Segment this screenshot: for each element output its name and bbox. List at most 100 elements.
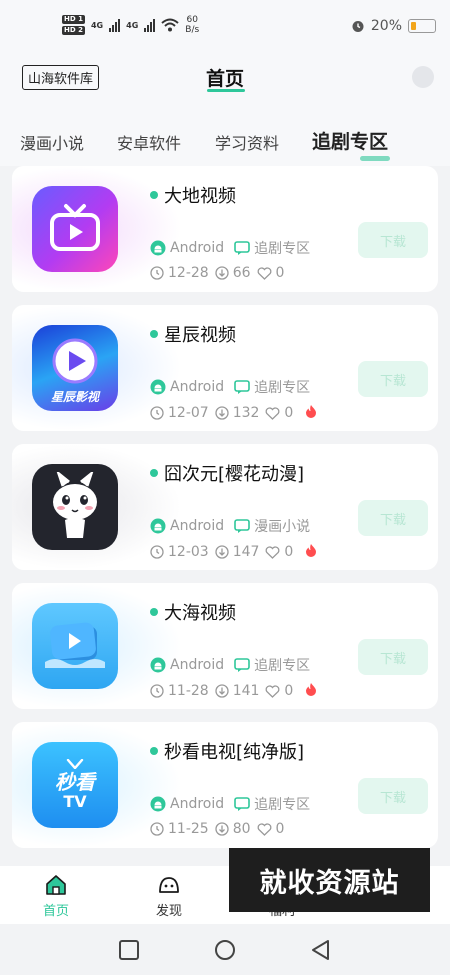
icon-caption-sub: TV bbox=[63, 792, 87, 811]
signal-2-icon bbox=[144, 18, 156, 32]
app-meta-tags: Android 漫画小说 bbox=[150, 516, 310, 536]
app-name-row: 秒看电视[纯净版] bbox=[150, 738, 304, 764]
status-left: HD 1 HD 2 4G 4G 60 B/s bbox=[62, 14, 199, 36]
android-icon bbox=[150, 379, 166, 395]
ocean-video-app-icon bbox=[32, 603, 118, 689]
nav-home[interactable]: 首页 bbox=[21, 874, 91, 919]
download-count: 66 bbox=[232, 265, 251, 281]
comment-icon bbox=[234, 657, 250, 673]
app-card[interactable]: 大海视频 Android 追剧专区 11-28 141 0 下载 bbox=[12, 583, 438, 709]
app-stats: 11-25 80 0 bbox=[150, 821, 284, 837]
hot-icon bbox=[305, 404, 317, 422]
app-name-row: 大地视频 bbox=[150, 182, 236, 208]
page-title: 首页 bbox=[205, 68, 244, 90]
download-button[interactable]: 下载 bbox=[358, 361, 428, 397]
app-card[interactable]: 秒看 TV 秒看电视[纯净版] Android 追剧专区 11-25 80 0 … bbox=[12, 722, 438, 848]
date-label: 11-28 bbox=[168, 683, 209, 699]
tab-drama-zone[interactable]: 追剧专区 bbox=[312, 127, 388, 154]
heart-icon bbox=[265, 684, 280, 698]
clock-icon bbox=[150, 822, 164, 836]
battery-icon bbox=[408, 19, 436, 33]
status-dot bbox=[150, 608, 158, 616]
speed-value: 60 bbox=[186, 15, 198, 25]
app-meta-tags: Android 追剧专区 bbox=[150, 794, 310, 814]
clock-icon bbox=[150, 406, 164, 420]
clock-icon bbox=[150, 266, 164, 280]
platform-label: Android bbox=[170, 240, 225, 256]
watermark-overlay: 就收资源站 bbox=[229, 848, 430, 912]
like-count: 0 bbox=[275, 265, 285, 281]
recent-apps-button[interactable] bbox=[117, 938, 141, 962]
wifi-icon bbox=[161, 18, 179, 32]
tab-android-software[interactable]: 安卓软件 bbox=[117, 130, 181, 154]
platform-label: Android bbox=[170, 657, 225, 673]
home-button[interactable] bbox=[213, 938, 237, 962]
hd1-label: HD 1 bbox=[62, 15, 85, 24]
hot-icon bbox=[305, 682, 317, 700]
comment-icon bbox=[234, 796, 250, 812]
android-icon bbox=[150, 518, 166, 534]
category-label: 追剧专区 bbox=[254, 380, 311, 396]
app-name-row: 星辰视频 bbox=[150, 321, 236, 347]
status-dot bbox=[150, 469, 158, 477]
app-name: 大地视频 bbox=[164, 186, 236, 207]
nav-home-label: 首页 bbox=[42, 904, 69, 919]
network-2-label: 4G bbox=[126, 20, 139, 30]
app-meta-tags: Android 追剧专区 bbox=[150, 238, 310, 258]
platform-label: Android bbox=[170, 379, 225, 395]
download-button[interactable]: 下载 bbox=[358, 639, 428, 675]
app-name: 大海视频 bbox=[164, 603, 236, 624]
nav-discover[interactable]: 发现 bbox=[134, 874, 204, 919]
app-meta-tags: Android 追剧专区 bbox=[150, 377, 310, 397]
back-button[interactable] bbox=[309, 938, 333, 962]
discover-icon bbox=[159, 877, 179, 893]
status-bar: HD 1 HD 2 4G 4G 60 B/s 20% bbox=[0, 0, 450, 48]
download-button[interactable]: 下载 bbox=[358, 222, 428, 258]
tv-watch-app-icon: 秒看 TV bbox=[32, 742, 118, 828]
like-count: 0 bbox=[284, 405, 294, 421]
tab-comics-novels[interactable]: 漫画小说 bbox=[20, 130, 84, 154]
app-name-row: 囧次元[樱花动漫] bbox=[150, 460, 304, 486]
comment-icon bbox=[234, 518, 250, 534]
category-label: 追剧专区 bbox=[254, 797, 311, 813]
app-stats: 12-07 132 0 bbox=[150, 404, 317, 422]
download-icon bbox=[215, 822, 229, 836]
app-card[interactable]: 大地视频 Android 追剧专区 12-28 66 0 下载 bbox=[12, 166, 438, 292]
download-count: 80 bbox=[232, 821, 251, 837]
app-stats: 12-28 66 0 bbox=[150, 265, 284, 281]
category-label: 追剧专区 bbox=[254, 658, 311, 674]
alarm-icon bbox=[352, 21, 364, 32]
app-name-row: 大海视频 bbox=[150, 599, 236, 625]
like-count: 0 bbox=[275, 821, 285, 837]
download-button[interactable]: 下载 bbox=[358, 500, 428, 536]
rabbit-anime-app-icon bbox=[32, 464, 118, 550]
android-icon bbox=[150, 657, 166, 673]
download-button[interactable]: 下载 bbox=[358, 778, 428, 814]
android-icon bbox=[150, 240, 166, 256]
download-count: 132 bbox=[232, 405, 260, 421]
star-video-app-icon: 星辰影视 bbox=[32, 325, 118, 411]
app-stats: 11-28 141 0 bbox=[150, 682, 317, 700]
date-label: 12-07 bbox=[168, 405, 209, 421]
status-dot bbox=[150, 747, 158, 755]
user-icon[interactable] bbox=[412, 66, 434, 88]
battery-percent: 20% bbox=[370, 18, 402, 34]
download-icon bbox=[215, 545, 229, 559]
heart-icon bbox=[265, 406, 280, 420]
app-card[interactable]: 囧次元[樱花动漫] Android 漫画小说 12-03 147 0 下载 bbox=[12, 444, 438, 570]
app-card[interactable]: 星辰影视 星辰视频 Android 追剧专区 12-07 132 0 下载 bbox=[12, 305, 438, 431]
home-icon bbox=[46, 875, 66, 895]
nav-discover-label: 发现 bbox=[155, 904, 182, 919]
app-meta-tags: Android 追剧专区 bbox=[150, 655, 310, 675]
app-stats: 12-03 147 0 bbox=[150, 543, 317, 561]
hot-icon bbox=[305, 543, 317, 561]
like-count: 0 bbox=[284, 544, 294, 560]
hd2-label: HD 2 bbox=[62, 26, 85, 35]
comment-icon bbox=[234, 379, 250, 395]
active-tab-indicator bbox=[360, 156, 390, 161]
status-dot bbox=[150, 191, 158, 199]
download-icon bbox=[215, 684, 229, 698]
category-label: 追剧专区 bbox=[254, 241, 311, 257]
heart-icon bbox=[265, 545, 280, 559]
tab-study-materials[interactable]: 学习资料 bbox=[215, 130, 279, 154]
